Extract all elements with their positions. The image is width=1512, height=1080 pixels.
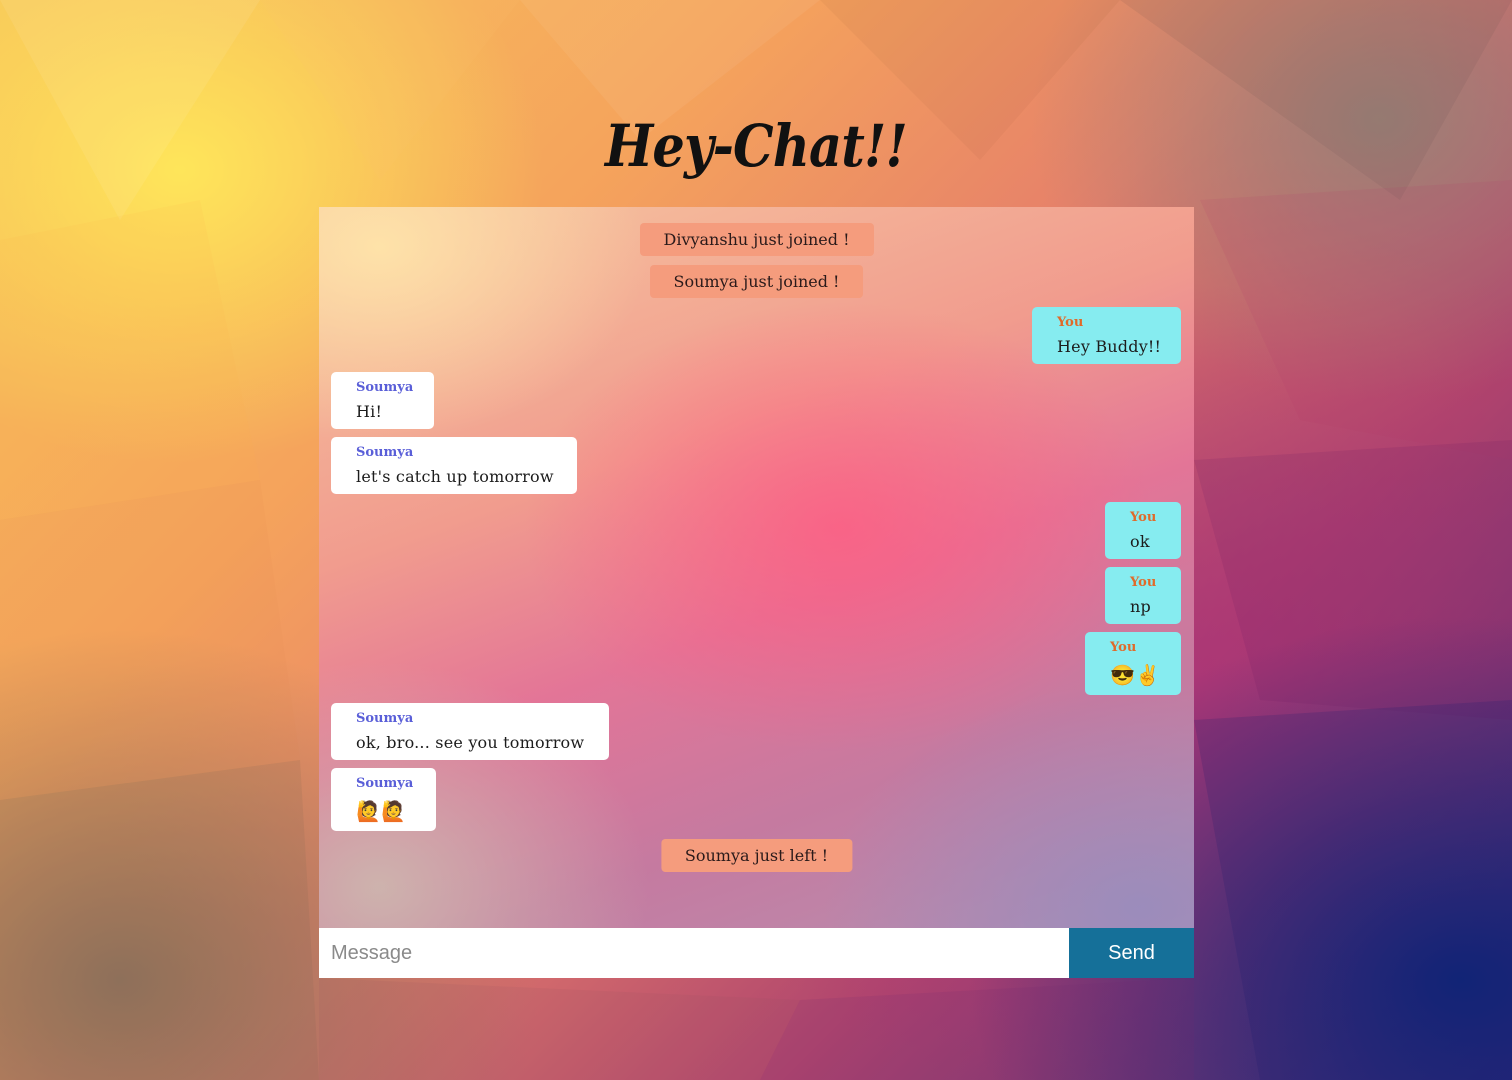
- message-composer: Send: [319, 928, 1194, 978]
- message-text: Hey Buddy!!: [1057, 337, 1162, 356]
- message-sender: You: [1110, 640, 1137, 655]
- message-input[interactable]: [319, 928, 1069, 978]
- message-text: ok, bro... see you tomorrow: [356, 733, 585, 752]
- incoming-message: Soumya Hi!: [331, 372, 434, 429]
- outgoing-message: You 😎✌: [1085, 632, 1181, 695]
- message-text: 🙋🙋: [356, 799, 407, 823]
- send-button[interactable]: Send: [1069, 928, 1194, 978]
- outgoing-message: You ok: [1105, 502, 1181, 559]
- notice-text: Divyanshu just joined !: [663, 230, 850, 249]
- incoming-message: Soumya 🙋🙋: [331, 768, 436, 831]
- message-text: let's catch up tomorrow: [356, 467, 554, 486]
- message-sender: You: [1130, 510, 1157, 525]
- message-sender: Soumya: [356, 380, 414, 395]
- message-sender: Soumya: [356, 445, 414, 460]
- notice-text: Soumya just joined !: [673, 272, 840, 291]
- join-notice: Soumya just joined !: [649, 265, 864, 298]
- message-text: 😎✌: [1110, 663, 1161, 687]
- message-text: Hi!: [356, 402, 383, 421]
- message-sender: Soumya: [356, 776, 414, 791]
- outgoing-message: You Hey Buddy!!: [1032, 307, 1181, 364]
- join-notice: Divyanshu just joined !: [639, 223, 874, 256]
- message-text: ok: [1130, 532, 1150, 551]
- notice-text: Soumya just left !: [684, 846, 829, 865]
- message-sender: You: [1057, 315, 1084, 330]
- message-sender: Soumya: [356, 711, 414, 726]
- message-sender: You: [1130, 575, 1157, 590]
- message-text: np: [1130, 597, 1151, 616]
- incoming-message: Soumya ok, bro... see you tomorrow: [331, 703, 609, 760]
- app-title: Hey-Chat!!: [605, 112, 908, 180]
- leave-notice: Soumya just left !: [660, 839, 853, 872]
- chat-window[interactable]: Divyanshu just joined ! Soumya just join…: [319, 207, 1194, 928]
- outgoing-message: You np: [1105, 567, 1181, 624]
- incoming-message: Soumya let's catch up tomorrow: [331, 437, 577, 494]
